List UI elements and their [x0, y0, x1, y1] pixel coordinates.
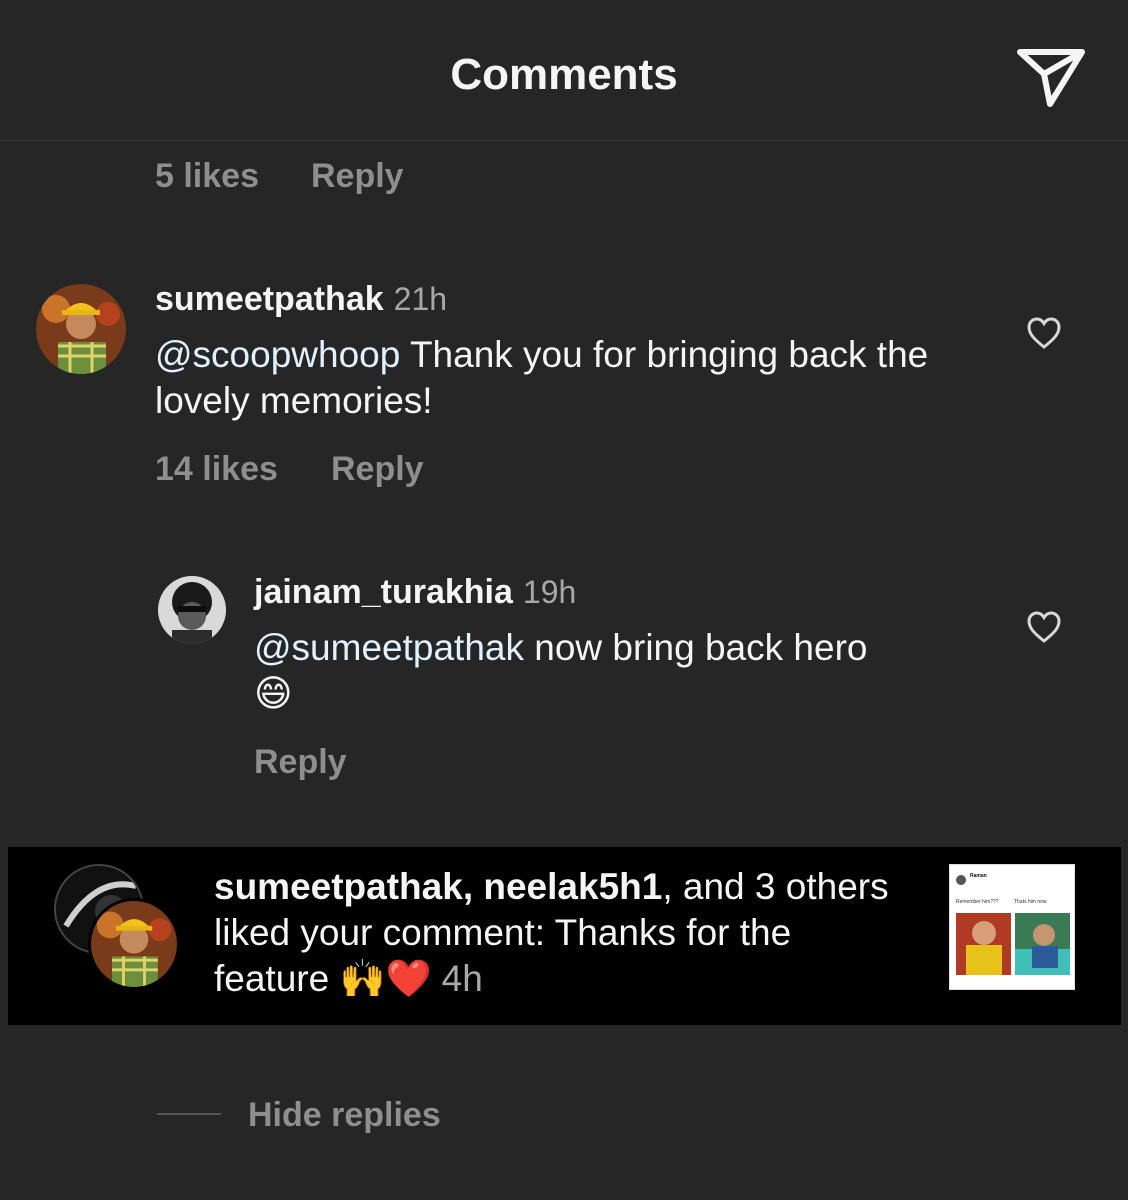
hide-replies-button[interactable]: Hide replies	[248, 1096, 441, 1135]
thumbnail-image	[956, 913, 1070, 975]
post-thumbnail[interactable]: Raman Remember him??? Thats him now	[949, 864, 1075, 990]
heart-outline-icon[interactable]	[1026, 316, 1062, 350]
username[interactable]: sumeetpathak	[155, 280, 384, 318]
username[interactable]: jainam_turakhia	[254, 573, 513, 611]
reply-button[interactable]: Reply	[254, 743, 347, 782]
likes-count[interactable]: 14 likes	[155, 450, 278, 489]
page-title: Comments	[450, 50, 678, 99]
notification-time: 4h	[441, 958, 483, 999]
paper-plane-icon[interactable]	[1016, 46, 1086, 108]
avatar[interactable]	[36, 284, 126, 374]
thumbnail-author: Raman	[970, 873, 987, 879]
mention-link[interactable]: @sumeetpathak	[254, 627, 524, 668]
username: neelak5h1	[483, 866, 663, 907]
comment-header: sumeetpathak 21h	[155, 280, 447, 319]
mention-link[interactable]: @scoopwhoop	[155, 334, 400, 375]
notification-text: sumeetpathak, neelak5h1, and 3 others li…	[214, 866, 889, 999]
thumbnail-caption: Remember him???	[956, 899, 999, 905]
thumbnail-caption: Thats him now	[1014, 899, 1047, 905]
grinning-emoji: 😄	[254, 673, 293, 714]
comment-text: @scoopwhoop Thank you for bringing back …	[155, 334, 929, 421]
divider	[157, 1113, 221, 1115]
emoji: 🙌❤️	[339, 958, 432, 999]
reply-button[interactable]: Reply	[331, 450, 424, 489]
comment-time: 21h	[393, 281, 448, 317]
comment-text: @sumeetpathak now bring back hero 😄	[254, 627, 868, 714]
comment-header: jainam_turakhia 19h	[254, 573, 576, 612]
reply-button[interactable]: Reply	[311, 157, 404, 196]
comment-time: 19h	[522, 574, 577, 610]
heart-outline-icon[interactable]	[1026, 610, 1062, 644]
avatar[interactable]	[158, 576, 226, 644]
likes-count[interactable]: 5 likes	[155, 157, 259, 196]
avatar	[88, 898, 180, 990]
username: sumeetpathak	[214, 866, 463, 907]
